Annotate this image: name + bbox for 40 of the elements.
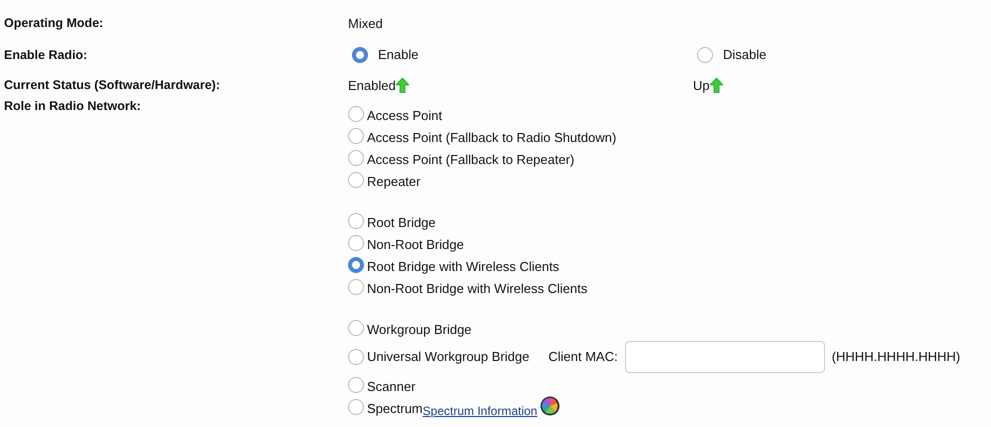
radio-label: Non-Root Bridge with Wireless Clients <box>367 280 588 298</box>
radio-button[interactable] <box>697 46 713 62</box>
radio-label: Access Point (Fallback to Radio Shutdown) <box>367 129 616 147</box>
radio-label: Access Point (Fallback to Repeater) <box>367 151 574 169</box>
field-label: Role in Radio Network: <box>3 99 142 113</box>
radio-button[interactable] <box>348 106 364 122</box>
client-mac-field[interactable] <box>624 341 825 373</box>
color-wheel-icon <box>540 396 560 416</box>
format-hint: (HHHH.HHHH.HHHH) <box>832 348 960 366</box>
radio-button[interactable] <box>352 46 368 62</box>
radio-label: Universal Workgroup Bridge <box>367 348 530 366</box>
radio-label: Enable <box>378 47 418 62</box>
radio-button[interactable] <box>348 399 364 415</box>
radio-label: Root Bridge with Wireless Clients <box>367 258 560 276</box>
radio-label: Access Point <box>367 107 442 125</box>
radio-label: Root Bridge <box>367 214 436 232</box>
radio-button[interactable] <box>348 377 364 393</box>
field-label: Current Status (Software/Hardware): <box>3 78 222 92</box>
status-value: Up <box>693 78 710 92</box>
radio-label: Non-Root Bridge <box>367 236 464 254</box>
radio-button[interactable] <box>348 150 364 166</box>
spectrum-information-link[interactable]: Spectrum Information <box>422 404 538 418</box>
radio-button[interactable] <box>348 257 364 273</box>
field-value: Mixed <box>348 16 384 30</box>
field-label: Operating Mode: <box>3 16 104 30</box>
radio-button[interactable] <box>348 235 364 251</box>
radio-button[interactable] <box>348 213 364 229</box>
radio-label: Spectrum <box>367 400 423 418</box>
status-value: Enabled <box>348 78 396 92</box>
radio-button[interactable] <box>348 349 364 365</box>
radio-button[interactable] <box>348 128 364 144</box>
field-label: Enable Radio: <box>3 48 88 62</box>
radio-button[interactable] <box>348 320 364 336</box>
radio-label: Repeater <box>367 173 420 191</box>
radio-label: Scanner <box>367 378 416 396</box>
field-label: Client MAC: <box>548 348 618 366</box>
radio-label: Disable <box>723 47 766 62</box>
radio-button[interactable] <box>348 172 364 188</box>
radio-button[interactable] <box>348 279 364 295</box>
radio-label: Workgroup Bridge <box>367 321 472 339</box>
